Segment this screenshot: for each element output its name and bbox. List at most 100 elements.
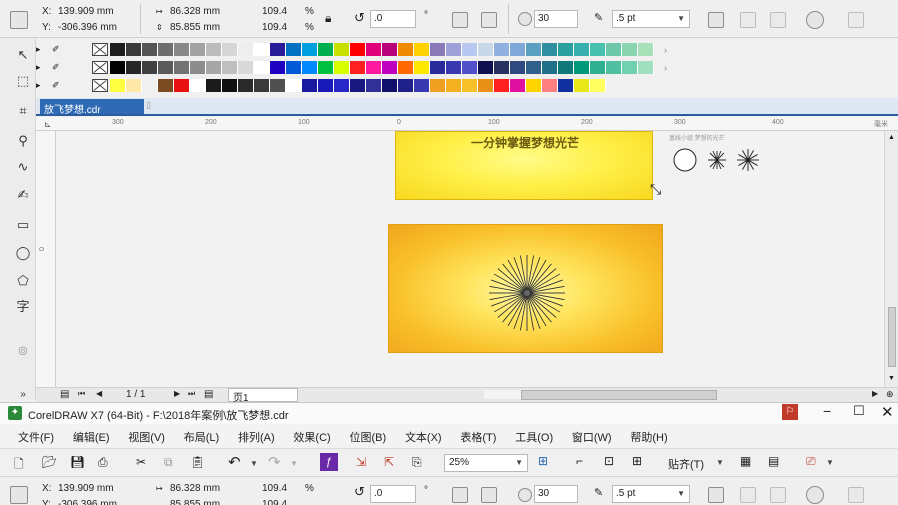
- menu-help[interactable]: 帮助(H): [630, 429, 667, 445]
- y-position-field[interactable]: -306.396 mm: [58, 22, 117, 34]
- color-swatch[interactable]: [542, 43, 558, 56]
- freehand-tool-icon[interactable]: ∿: [12, 156, 34, 178]
- color-swatch[interactable]: [126, 79, 142, 92]
- convert-to-curves-icon[interactable]: [806, 486, 824, 504]
- color-swatch[interactable]: [526, 79, 542, 92]
- color-swatch[interactable]: [478, 43, 494, 56]
- color-swatch[interactable]: [238, 79, 254, 92]
- color-swatch[interactable]: [366, 61, 382, 74]
- search-content-icon[interactable]: ƒ: [320, 453, 338, 471]
- menu-file[interactable]: 文件(F): [18, 429, 54, 445]
- top-banner-artwork[interactable]: 一分钟掌握梦想光芒: [395, 131, 653, 200]
- color-swatch[interactable]: [414, 61, 430, 74]
- horizontal-scroll-thumb[interactable]: [521, 390, 717, 400]
- color-swatch[interactable]: [462, 61, 478, 74]
- color-swatch[interactable]: [558, 79, 574, 92]
- color-swatch[interactable]: [142, 61, 158, 74]
- color-swatch[interactable]: [302, 61, 318, 74]
- menu-layout[interactable]: 布局(L): [184, 429, 219, 445]
- color-swatch[interactable]: [446, 43, 462, 56]
- color-swatch[interactable]: [222, 79, 238, 92]
- scale-y-field[interactable]: 109.4: [262, 499, 287, 505]
- palette-scroll-icon[interactable]: ›: [664, 63, 667, 73]
- color-swatch[interactable]: [510, 79, 526, 92]
- launch-icon[interactable]: ⎚: [806, 454, 816, 469]
- color-swatch[interactable]: [238, 43, 254, 56]
- x-position-field[interactable]: 139.909 mm: [58, 6, 114, 18]
- combine-icon[interactable]: [770, 12, 786, 28]
- menu-effects[interactable]: 效果(C): [293, 429, 330, 445]
- color-swatch[interactable]: [366, 79, 382, 92]
- color-swatch[interactable]: [382, 43, 398, 56]
- color-swatch[interactable]: [350, 43, 366, 56]
- interactive-tool-icon[interactable]: ⊚: [12, 340, 34, 362]
- color-swatch[interactable]: [590, 43, 606, 56]
- scroll-up-icon[interactable]: ▲: [888, 134, 895, 141]
- color-swatch[interactable]: [414, 79, 430, 92]
- color-swatch[interactable]: [558, 43, 574, 56]
- navigator-icon[interactable]: ⊕: [886, 389, 894, 400]
- add-page-after-icon[interactable]: ▤: [204, 389, 213, 400]
- color-swatch[interactable]: [590, 79, 606, 92]
- import-icon[interactable]: ⇲: [356, 455, 366, 469]
- no-color-swatch[interactable]: [92, 61, 108, 74]
- color-swatch[interactable]: [270, 43, 286, 56]
- height-field[interactable]: 85.855 mm: [170, 499, 220, 505]
- mirror-vertical-icon[interactable]: [481, 487, 497, 503]
- outline-width-dropdown[interactable]: .5 pt ▼: [612, 485, 690, 503]
- no-color-swatch[interactable]: [92, 79, 108, 92]
- undo-icon[interactable]: ↶: [228, 453, 241, 471]
- sunburst-graphic[interactable]: [487, 253, 567, 333]
- palette-scroll-icon[interactable]: ›: [664, 45, 667, 55]
- color-swatch[interactable]: [446, 61, 462, 74]
- show-rulers-icon[interactable]: ⌐: [576, 454, 583, 468]
- color-swatch[interactable]: [446, 79, 462, 92]
- color-swatch[interactable]: [622, 43, 638, 56]
- color-swatch[interactable]: [526, 61, 542, 74]
- drawing-canvas[interactable]: 一分钟掌握梦想光芒 ⤡ 基线小组 梦想的光芒: [56, 131, 884, 387]
- color-swatch[interactable]: [574, 61, 590, 74]
- color-swatch[interactable]: [110, 61, 126, 74]
- smart-fill-tool-icon[interactable]: ✍: [12, 184, 34, 206]
- last-page-icon[interactable]: ⏭: [188, 389, 195, 399]
- menu-edit[interactable]: 编辑(E): [73, 429, 110, 445]
- save-icon[interactable]: 💾︎: [70, 455, 85, 469]
- color-swatch[interactable]: [574, 79, 590, 92]
- eyedropper-icon[interactable]: ✐: [52, 62, 92, 73]
- color-swatch[interactable]: [414, 43, 430, 56]
- color-swatch[interactable]: [206, 43, 222, 56]
- wrap-text-icon[interactable]: [708, 12, 724, 28]
- show-guidelines-icon[interactable]: ⊞: [632, 454, 642, 468]
- color-swatch[interactable]: [638, 43, 654, 56]
- redo-dropdown-icon[interactable]: ▼: [290, 459, 298, 468]
- color-swatch[interactable]: [110, 79, 126, 92]
- color-swatch[interactable]: [142, 43, 158, 56]
- color-swatch[interactable]: [526, 43, 542, 56]
- color-swatch[interactable]: [350, 61, 366, 74]
- color-swatch[interactable]: [478, 79, 494, 92]
- mirror-horizontal-icon[interactable]: [452, 12, 468, 28]
- print-icon[interactable]: ⎙: [98, 455, 108, 470]
- vertical-scroll-thumb[interactable]: [888, 307, 896, 367]
- points-stepper[interactable]: 30: [534, 10, 578, 28]
- new-tab-icon[interactable]: ▯: [146, 100, 151, 111]
- mirror-vertical-icon[interactable]: [481, 12, 497, 28]
- show-grid-icon[interactable]: ⊡: [604, 454, 614, 468]
- paste-icon[interactable]: 📋︎: [190, 455, 205, 469]
- eyedropper-icon[interactable]: ✐: [52, 44, 92, 55]
- width-field[interactable]: 86.328 mm: [170, 483, 220, 495]
- color-swatch[interactable]: [110, 43, 126, 56]
- color-swatch[interactable]: [462, 79, 478, 92]
- color-swatch[interactable]: [462, 43, 478, 56]
- pick-tool-icon[interactable]: ↖: [12, 44, 34, 66]
- outline-width-dropdown[interactable]: .5 pt ▼: [612, 10, 690, 28]
- main-artwork[interactable]: [388, 224, 663, 353]
- color-swatch[interactable]: [542, 79, 558, 92]
- menu-tools[interactable]: 工具(O): [515, 429, 553, 445]
- export-icon[interactable]: ⇱: [384, 455, 394, 469]
- prev-page-icon[interactable]: ◀: [96, 389, 102, 398]
- polygon-tool-icon[interactable]: ⬠: [12, 270, 34, 292]
- color-swatch[interactable]: [494, 61, 510, 74]
- color-swatch[interactable]: [126, 43, 142, 56]
- scale-x-field[interactable]: 109.4: [262, 6, 287, 18]
